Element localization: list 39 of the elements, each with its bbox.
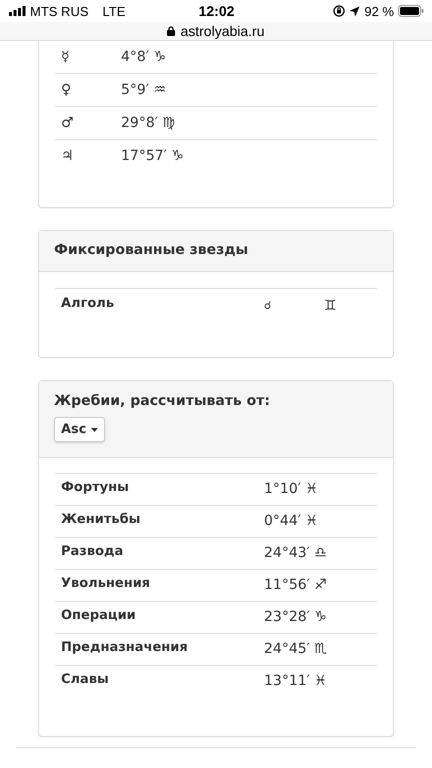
url-text[interactable]: astrolyabia.ru [180, 23, 265, 39]
location-arrow-icon [349, 6, 360, 16]
lot-name: Славы [60, 672, 110, 687]
signal-icon [9, 6, 26, 16]
lot-name: Фортуны [60, 480, 130, 495]
clock-time: 12:02 [198, 3, 234, 19]
planet-position: 4°8′ ♑ [121, 49, 166, 65]
lot-name: Увольнения [60, 576, 152, 591]
lot-position: 11°56′ ♐ [264, 576, 327, 593]
lot-position: 0°44′ ♓ [264, 512, 318, 529]
reference-dropdown[interactable]: Asc [54, 417, 105, 442]
planet-position: 5°9′ ♒ [121, 82, 166, 98]
planet-symbol: ♂ [60, 115, 75, 131]
card-title: Фиксированные звезды [54, 242, 250, 258]
sign-symbol: ♊ [324, 297, 337, 314]
lot-position: 24°45′ ♏ [264, 640, 327, 657]
lot-position: 24°43′ ♎ [264, 544, 327, 561]
lot-name: Развода [60, 544, 124, 559]
network-type: LTE [102, 4, 126, 18]
battery-percent: 92 % [364, 4, 394, 18]
battery-icon [398, 5, 424, 17]
lot-position: 23°28′ ♑ [264, 608, 327, 625]
planet-position: 29°8′ ♍ [121, 115, 175, 131]
lot-name: Предназначения [60, 640, 189, 655]
lot-position: 1°10′ ♓ [264, 480, 318, 497]
carrier-name: MTS RUS [30, 4, 88, 18]
caret-icon [90, 428, 98, 432]
aspect-symbol: ☌ [264, 298, 272, 312]
lot-position: 13°11′ ♓ [264, 672, 327, 689]
planet-symbol: ☿ [60, 49, 71, 65]
rotation-lock-icon [333, 5, 346, 17]
planet-position: 17°57′ ♑ [121, 148, 184, 164]
lot-name: Операции [60, 608, 137, 623]
card-title: Жребии, рассчитывать от: [54, 393, 271, 409]
lot-name: Женитьбы [60, 512, 142, 527]
planet-symbol: ♀ [60, 82, 72, 98]
planet-symbol: ♃ [60, 148, 75, 164]
star-name: Алголь [60, 296, 116, 311]
lock-icon [167, 26, 176, 36]
